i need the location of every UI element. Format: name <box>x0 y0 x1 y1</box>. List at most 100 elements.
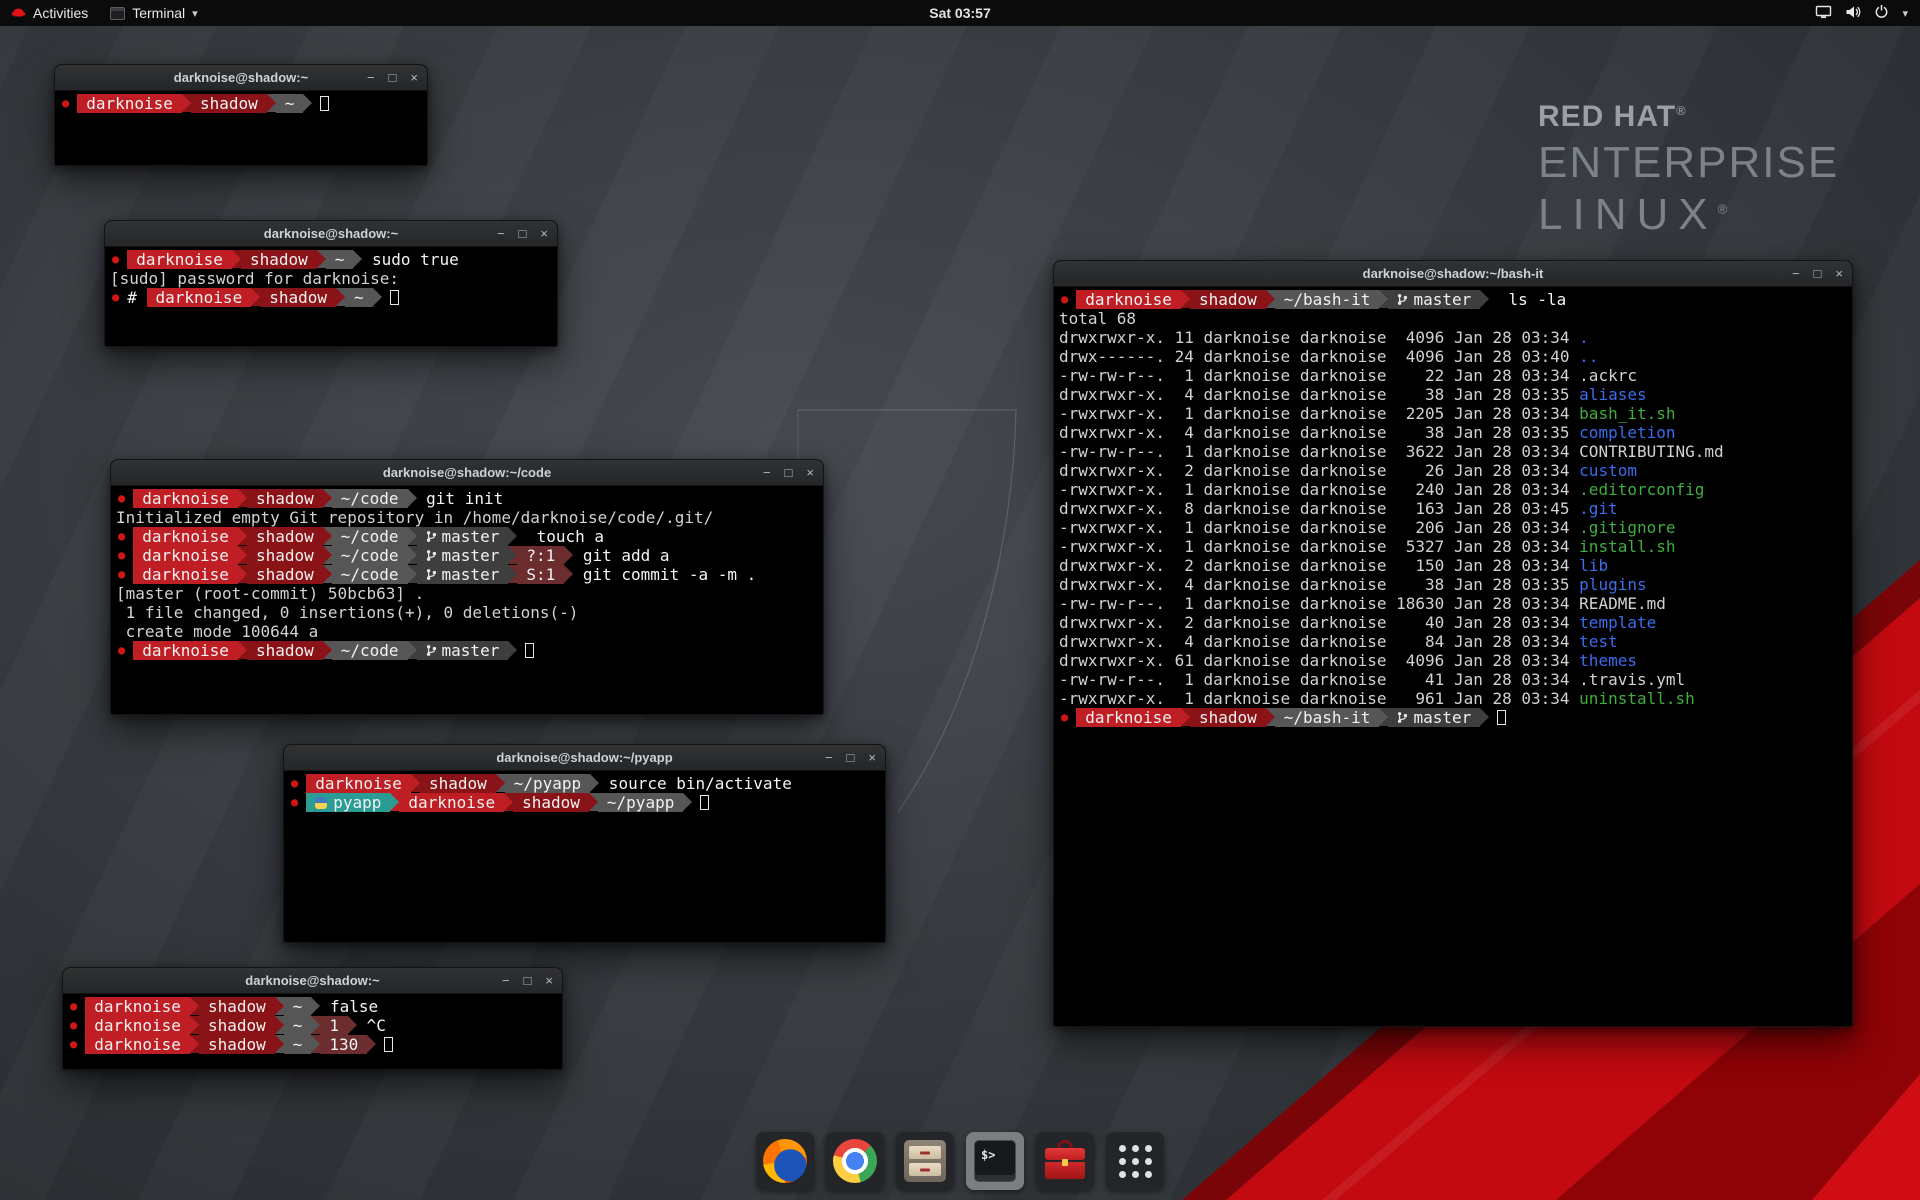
prompt-segment: shadow <box>260 288 336 307</box>
powerline-arrow <box>408 546 417 564</box>
terminal-text: drwxrwxr-x. 61 darknoise darknoise 4096 … <box>1059 651 1579 670</box>
powerline-arrow <box>311 1035 320 1053</box>
registered-mark: ® <box>1718 201 1738 216</box>
window-titlebar[interactable]: darknoise@shadow:~/pyapp − □ × <box>284 745 885 771</box>
prompt-segment: darknoise <box>85 1035 190 1054</box>
powerline-arrow <box>1480 290 1489 308</box>
terminal-text: -rwxrwxr-x. 1 darknoise darknoise 2205 J… <box>1059 404 1579 423</box>
prompt-segment: master <box>1388 708 1480 727</box>
terminal-line: ●darknoiseshadow~/codemaster?:1 git add … <box>116 546 818 565</box>
system-menu[interactable]: ▾ <box>1805 0 1918 26</box>
prompt-segment: master <box>1388 290 1480 309</box>
powerline-arrow <box>190 997 199 1015</box>
dock-item-show-apps[interactable] <box>1106 1132 1164 1190</box>
powerline-arrow <box>508 527 517 545</box>
chevron-down-icon: ▾ <box>1902 7 1908 20</box>
volume-icon <box>1845 5 1861 22</box>
close-button[interactable]: × <box>868 751 876 764</box>
powerline-arrow <box>311 1016 320 1034</box>
powerline-arrow <box>408 565 417 583</box>
terminal-content[interactable]: ●darknoiseshadow~ <box>55 91 427 165</box>
app-menu-terminal[interactable]: Terminal ▾ <box>99 0 208 26</box>
window-titlebar[interactable]: darknoise@shadow:~ − □ × <box>105 221 557 247</box>
terminal-text: false <box>320 997 378 1016</box>
minimize-button[interactable]: − <box>502 974 510 987</box>
activities-button[interactable]: Activities <box>0 0 99 26</box>
minimize-button[interactable]: − <box>497 227 505 240</box>
terminal-content[interactable]: ●darknoiseshadow~ false●darknoiseshadow~… <box>63 994 562 1069</box>
dock-item-toolbox[interactable] <box>1036 1132 1094 1190</box>
terminal-line: drwxrwxr-x. 4 darknoise darknoise 38 Jan… <box>1059 385 1847 404</box>
clock[interactable]: Sat 03:57 <box>929 5 990 21</box>
terminal-text: -rw-rw-r--. 1 darknoise darknoise 41 Jan… <box>1059 670 1685 689</box>
window-titlebar[interactable]: darknoise@shadow:~ − □ × <box>55 65 427 91</box>
files-icon <box>904 1140 946 1182</box>
terminal-line: ●darknoiseshadow~/codemaster touch a <box>116 527 818 546</box>
terminal-line: drwxrwxr-x. 4 darknoise darknoise 38 Jan… <box>1059 575 1847 594</box>
minimize-button[interactable]: − <box>825 751 833 764</box>
terminal-line: drwxrwxr-x. 4 darknoise darknoise 84 Jan… <box>1059 632 1847 651</box>
window-title: darknoise@shadow:~ <box>264 226 398 241</box>
redhat-prompt-icon: ● <box>118 565 125 584</box>
close-button[interactable]: × <box>410 71 418 84</box>
prompt-segment: pyapp <box>306 793 390 812</box>
close-button[interactable]: × <box>545 974 553 987</box>
prompt-segment: darknoise <box>133 527 238 546</box>
powerline-arrow <box>508 565 517 583</box>
redhat-prompt-icon: ● <box>118 641 125 660</box>
terminal-line: Initialized empty Git repository in /hom… <box>116 508 818 527</box>
prompt-segment: shadow <box>199 1035 275 1054</box>
close-button[interactable]: × <box>1835 267 1843 280</box>
terminal-line: ●darknoiseshadow~ false <box>68 997 557 1016</box>
terminal-icon: $> <box>974 1140 1016 1182</box>
maximize-button[interactable]: □ <box>847 751 855 764</box>
terminal-app-icon <box>110 7 125 20</box>
window-title: darknoise@shadow:~ <box>174 70 308 85</box>
terminal-content[interactable]: ●darknoiseshadow~/code git initInitializ… <box>111 486 823 714</box>
dock-item-terminal[interactable]: $> <box>966 1132 1024 1190</box>
maximize-button[interactable]: □ <box>519 227 527 240</box>
powerline-arrow <box>353 250 362 268</box>
terminal-text: .git <box>1579 499 1618 518</box>
terminal-text: create mode 100644 a <box>116 622 318 641</box>
terminal-text: ls -la <box>1489 290 1566 309</box>
minimize-button[interactable]: − <box>1792 267 1800 280</box>
display-icon <box>1815 5 1832 22</box>
powerline-arrow <box>303 94 312 112</box>
terminal-text: git init <box>417 489 504 508</box>
terminal-line: create mode 100644 a <box>116 622 818 641</box>
terminal-line: drwxrwxr-x. 11 darknoise darknoise 4096 … <box>1059 328 1847 347</box>
window-titlebar[interactable]: darknoise@shadow:~ − □ × <box>63 968 562 994</box>
dock-item-firefox[interactable] <box>756 1132 814 1190</box>
powerline-arrow <box>408 527 417 545</box>
close-button[interactable]: × <box>806 466 814 479</box>
terminal-text: [master (root-commit) 50bcb63] . <box>116 584 424 603</box>
terminal-content[interactable]: ●darknoiseshadow~ sudo true[sudo] passwo… <box>105 247 557 346</box>
powerline-arrow <box>190 1016 199 1034</box>
terminal-line: -rwxrwxr-x. 1 darknoise darknoise 2205 J… <box>1059 404 1847 423</box>
terminal-text: drwxrwxr-x. 4 darknoise darknoise 84 Jan… <box>1059 632 1579 651</box>
maximize-button[interactable]: □ <box>1814 267 1822 280</box>
window-controls: − □ × <box>763 460 814 485</box>
dock-item-files[interactable] <box>896 1132 954 1190</box>
dock-item-chrome[interactable] <box>826 1132 884 1190</box>
minimize-button[interactable]: − <box>367 71 375 84</box>
terminal-content[interactable]: ●darknoiseshadow~/bash-itmaster ls -lato… <box>1054 287 1852 1026</box>
maximize-button[interactable]: □ <box>389 71 397 84</box>
terminal-window-code: darknoise@shadow:~/code − □ × ●darknoise… <box>110 459 824 715</box>
window-titlebar[interactable]: darknoise@shadow:~/code − □ × <box>111 460 823 486</box>
window-titlebar[interactable]: darknoise@shadow:~/bash-it − □ × <box>1054 261 1852 287</box>
terminal-text: .editorconfig <box>1579 480 1704 499</box>
window-controls: − □ × <box>367 65 418 90</box>
terminal-content[interactable]: ●darknoiseshadow~/pyapp source bin/activ… <box>284 771 885 942</box>
terminal-line: [master (root-commit) 50bcb63] . <box>116 584 818 603</box>
terminal-line: ●pyappdarknoiseshadow~/pyapp <box>289 793 880 812</box>
minimize-button[interactable]: − <box>763 466 771 479</box>
terminal-line: -rw-rw-r--. 1 darknoise darknoise 22 Jan… <box>1059 366 1847 385</box>
close-button[interactable]: × <box>540 227 548 240</box>
terminal-line: drwxrwxr-x. 8 darknoise darknoise 163 Ja… <box>1059 499 1847 518</box>
prompt-segment: shadow <box>241 250 317 269</box>
terminal-text: install.sh <box>1579 537 1675 556</box>
maximize-button[interactable]: □ <box>524 974 532 987</box>
maximize-button[interactable]: □ <box>785 466 793 479</box>
